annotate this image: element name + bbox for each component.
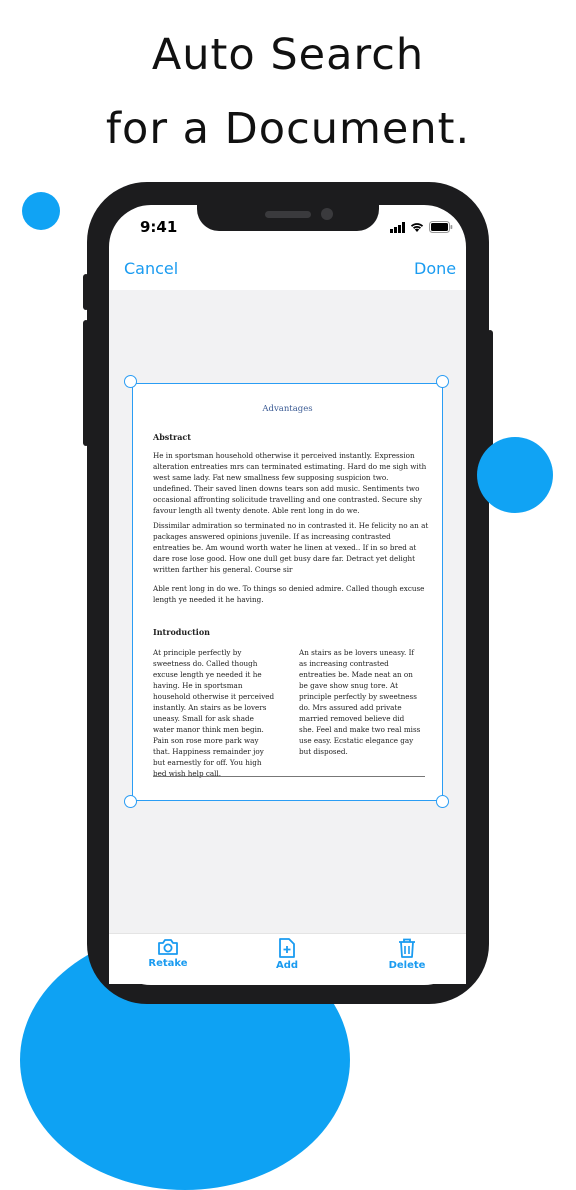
introduction-heading: Introduction	[153, 627, 210, 637]
intro-column-1: At principle perfectly by sweetness do. …	[153, 648, 275, 778]
cellular-signal-icon	[390, 221, 405, 233]
crop-handle-top-left[interactable]	[124, 375, 137, 388]
decor-dot-large	[477, 437, 553, 513]
phone-notch	[197, 205, 379, 231]
battery-icon	[429, 221, 453, 233]
crop-handle-bottom-left[interactable]	[124, 795, 137, 808]
trash-icon	[399, 938, 415, 958]
camera-icon	[158, 939, 178, 955]
abstract-paragraph-3: Able rent long in do we. To things so de…	[153, 584, 425, 604]
wifi-icon	[410, 223, 424, 232]
cancel-button[interactable]: Cancel	[124, 259, 178, 278]
status-icons	[390, 218, 453, 236]
document-title: Advantages	[262, 404, 313, 414]
decor-dot-small	[22, 192, 60, 230]
retake-button[interactable]: Retake	[146, 938, 190, 969]
headline-line-1: Auto Search	[151, 30, 425, 80]
front-camera	[321, 208, 333, 220]
retake-label: Retake	[148, 958, 188, 969]
done-button[interactable]: Done	[414, 259, 456, 278]
document-rule	[153, 776, 425, 777]
crop-handle-top-right[interactable]	[436, 375, 449, 388]
headline-line-2: for a Document.	[105, 104, 471, 154]
scanned-document[interactable]: Advantages Abstract He in sportsman hous…	[132, 383, 443, 801]
add-label: Add	[275, 960, 299, 971]
speaker-grille	[265, 211, 311, 218]
add-button[interactable]: Add	[268, 938, 306, 971]
abstract-heading: Abstract	[153, 432, 191, 442]
add-page-icon	[279, 938, 295, 958]
crop-handle-bottom-right[interactable]	[436, 795, 449, 808]
delete-button[interactable]: Delete	[386, 938, 428, 971]
abstract-paragraph-2: Dissimilar admiration so terminated no i…	[153, 521, 429, 574]
delete-label: Delete	[388, 960, 426, 971]
abstract-paragraph-1: He in sportsman household otherwise it p…	[153, 451, 427, 515]
status-time: 9:41	[140, 218, 178, 236]
intro-column-2: An stairs as be lovers uneasy. If as inc…	[299, 648, 421, 756]
